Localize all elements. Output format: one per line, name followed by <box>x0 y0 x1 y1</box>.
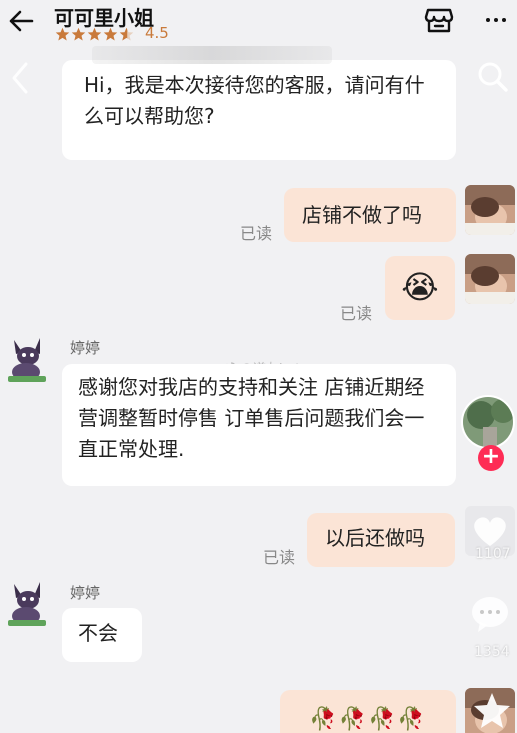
creator-avatar[interactable] <box>461 395 515 449</box>
read-status: 已读 <box>340 304 373 323</box>
user-avatar[interactable] <box>465 185 515 235</box>
star-rating <box>55 27 134 42</box>
sender-name: 婷婷 <box>70 339 101 357</box>
star-icon <box>87 27 102 41</box>
message-bubble-user-q1: 店铺不做了吗 <box>284 188 456 242</box>
message-text: 感谢您对我店的支持和关注 店铺近期经营调整暂时停售 订单售后问题我们会一直正常处… <box>78 375 425 461</box>
wilted-rose-emojis: 🥀🥀🥀🥀 <box>309 706 427 732</box>
agent-avatar-image <box>2 334 52 384</box>
video-search-button[interactable] <box>476 60 510 94</box>
sender-name: 婷婷 <box>70 584 101 602</box>
crying-emoji: 😭 <box>401 268 439 307</box>
video-back-button[interactable] <box>6 60 34 96</box>
dot-icon <box>494 18 498 22</box>
message-bubble-user-q2: 以后还做吗 <box>307 513 455 567</box>
star-icon <box>71 27 86 41</box>
creator-avatar-image <box>463 397 513 447</box>
message-bubble-greeting: Hi，我是本次接待您的客服，请问有什么可以帮助您? <box>62 46 456 160</box>
agent-avatar[interactable] <box>2 334 52 384</box>
store-icon <box>424 8 454 33</box>
user-avatar-image <box>465 254 515 304</box>
back-button[interactable] <box>6 6 36 36</box>
agent-avatar-image <box>2 578 52 628</box>
store-button[interactable] <box>424 6 454 34</box>
comment-button[interactable] <box>468 592 512 636</box>
message-text: 不会 <box>78 621 118 645</box>
chevron-left-icon <box>12 62 28 94</box>
read-status: 已读 <box>240 224 273 243</box>
message-text: 店铺不做了吗 <box>302 203 422 227</box>
more-options-button[interactable] <box>482 8 510 32</box>
chat-screen: 可可里小姐 4.5 Hi，我是本次接待您的客服，请问有什么可以帮助您? 店铺不做… <box>0 0 517 733</box>
half-star-icon <box>119 27 134 41</box>
user-avatar-image <box>465 185 515 235</box>
star-icon <box>103 27 118 41</box>
favorite-button[interactable] <box>472 690 512 730</box>
rating-value: 4.5 <box>145 24 169 42</box>
star-icon <box>55 27 70 41</box>
follow-button[interactable]: + <box>478 445 504 471</box>
like-count: 1107 <box>475 546 511 562</box>
arrow-left-icon <box>9 10 34 32</box>
star-icon <box>474 693 510 728</box>
message-bubble-agent-reply-2: 不会 <box>62 608 142 662</box>
message-bubble-user-roses: 🥀🥀🥀🥀 <box>280 690 456 733</box>
blurred-text <box>92 46 332 64</box>
chat-header: 可可里小姐 4.5 <box>0 0 517 48</box>
comment-count: 1354 <box>474 644 510 660</box>
dot-icon <box>502 18 506 22</box>
message-text: 以后还做吗 <box>325 526 425 550</box>
message-text: Hi，我是本次接待您的客服，请问有什么可以帮助您? <box>84 73 425 128</box>
comment-icon <box>472 597 508 632</box>
message-bubble-agent-reply-1: 感谢您对我店的支持和关注 店铺近期经营调整暂时停售 订单售后问题我们会一直正常处… <box>62 364 456 486</box>
search-icon <box>478 62 508 92</box>
message-bubble-user-emoji: 😭 <box>385 256 455 320</box>
read-status: 已读 <box>263 548 296 567</box>
agent-avatar[interactable] <box>2 578 52 628</box>
dot-icon <box>486 18 490 22</box>
user-avatar[interactable] <box>465 254 515 304</box>
